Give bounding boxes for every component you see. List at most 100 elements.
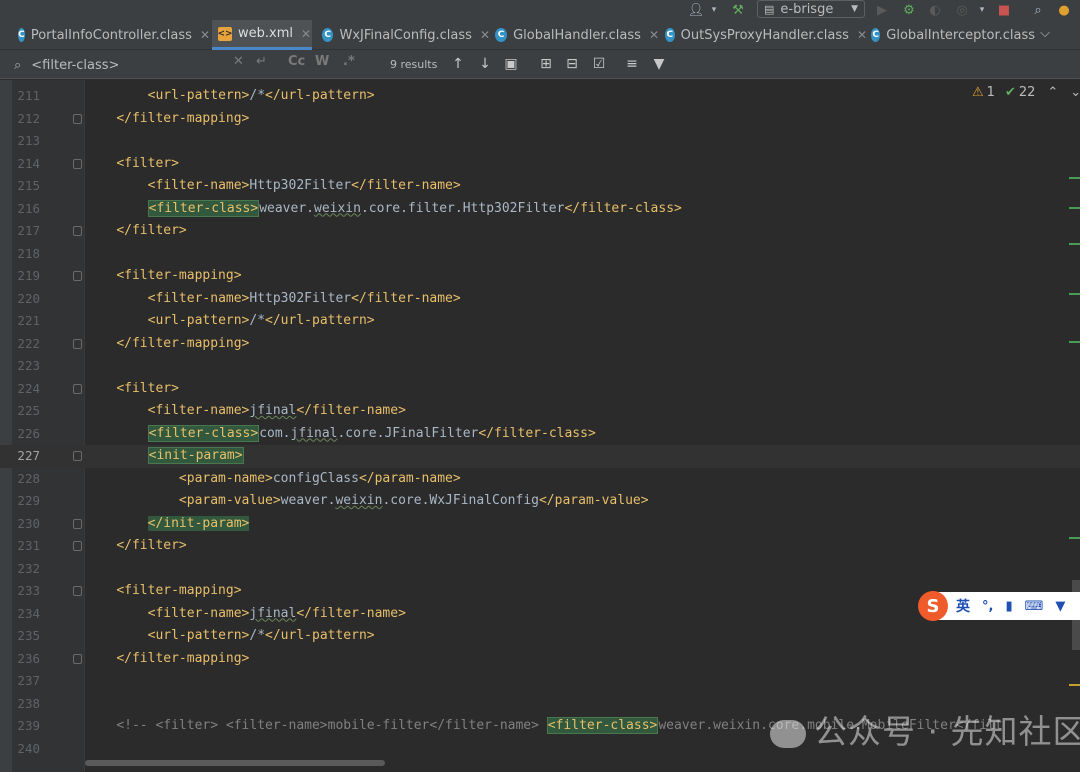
fold-marker-icon[interactable] xyxy=(73,451,82,461)
code-text[interactable]: <filter-class>com.jfinal.core.JFinalFilt… xyxy=(85,423,596,446)
ime-toolbar[interactable]: S 英 °, ▮ ⌨︎ ▼ xyxy=(918,591,1080,621)
line-number[interactable]: 233 xyxy=(12,580,40,603)
find-field[interactable]: ⌕ xyxy=(14,54,364,76)
open-in-window-icon[interactable]: ▣ xyxy=(502,55,520,73)
code-text[interactable]: <url-pattern>/*</url-pattern> xyxy=(85,310,375,333)
close-icon[interactable]: ✕ xyxy=(200,28,210,42)
add-selection-icon[interactable]: ⊞ xyxy=(537,55,555,73)
line-number[interactable]: 239 xyxy=(12,715,40,738)
next-occurrence-icon[interactable]: ↓ xyxy=(476,55,494,73)
punctuation-icon[interactable]: °, xyxy=(982,599,993,614)
fold-marker-icon[interactable] xyxy=(73,586,82,596)
line-number[interactable]: 224 xyxy=(12,378,40,401)
code-text[interactable]: <init-param> xyxy=(85,445,244,468)
code-line[interactable]: 214 <filter> xyxy=(0,153,1080,176)
whole-words-toggle[interactable]: W xyxy=(315,54,329,69)
line-number[interactable]: 211 xyxy=(12,85,40,108)
fold-marker-icon[interactable] xyxy=(73,383,82,394)
code-line[interactable]: 212 </filter-mapping> xyxy=(0,108,1080,131)
code-line[interactable]: 218 xyxy=(0,243,1080,266)
code-text[interactable]: <filter-mapping> xyxy=(85,580,241,603)
line-number[interactable]: 219 xyxy=(12,265,40,288)
previous-occurrence-icon[interactable]: ↑ xyxy=(449,55,467,73)
code-line[interactable]: 222 </filter-mapping> xyxy=(0,333,1080,356)
tab-portalinfocontroller[interactable]: C PortalInfoController.class ✕ xyxy=(0,20,210,50)
code-line[interactable]: 231 </filter> xyxy=(0,535,1080,558)
code-line[interactable]: 229 <param-value>weaver.weixin.core.WxJF… xyxy=(0,490,1080,513)
line-number[interactable]: 231 xyxy=(12,535,40,558)
chevron-down-icon[interactable]: ⌄ xyxy=(1070,85,1080,100)
fold-marker-icon[interactable] xyxy=(73,271,82,281)
match-case-toggle[interactable]: Cc xyxy=(288,54,305,69)
code-text[interactable]: <param-value>weaver.weixin.core.WxJFinal… xyxy=(85,490,649,513)
chevron-down-icon[interactable]: ⌵ xyxy=(1040,26,1050,41)
horizontal-scrollbar[interactable] xyxy=(85,760,385,766)
code-text[interactable]: <url-pattern>/*</url-pattern> xyxy=(85,625,375,648)
code-line[interactable]: 236 </filter-mapping> xyxy=(0,648,1080,671)
code-line[interactable]: 224 <filter> xyxy=(0,378,1080,401)
tab-wxjfinalconfig[interactable]: C WxJFinalConfig.class ✕ xyxy=(316,20,490,50)
regex-toggle[interactable]: .* xyxy=(343,54,355,69)
scrollbar-match-marker[interactable] xyxy=(1069,341,1080,343)
ime-mode[interactable]: 英 xyxy=(956,596,970,616)
line-number[interactable]: 237 xyxy=(12,670,40,693)
code-text[interactable]: <filter-name>jfinal</filter-name> xyxy=(85,400,406,423)
code-line[interactable]: 223 xyxy=(0,355,1080,378)
code-text[interactable]: <param-name>configClass</param-name> xyxy=(85,468,461,491)
line-number[interactable]: 216 xyxy=(12,198,40,221)
scrollbar-match-marker[interactable] xyxy=(1069,293,1080,295)
find-input[interactable] xyxy=(31,57,202,73)
line-number[interactable]: 240 xyxy=(12,738,40,761)
stop-icon[interactable]: ■ xyxy=(996,2,1012,18)
code-text[interactable]: </init-param> xyxy=(85,513,250,536)
search-icon[interactable]: ⌕ xyxy=(1030,2,1046,18)
coverage-icon[interactable]: ◐ xyxy=(927,2,943,18)
scrollbar-match-marker[interactable] xyxy=(1069,177,1080,179)
code-text[interactable]: <url-pattern>/*</url-pattern> xyxy=(85,85,375,108)
code-text[interactable]: <filter-class>weaver.weixin.core.filter.… xyxy=(85,198,682,221)
code-line[interactable]: 211 <url-pattern>/*</url-pattern> xyxy=(0,85,1080,108)
line-number[interactable]: 222 xyxy=(12,333,40,356)
code-text[interactable]: </filter-mapping> xyxy=(85,333,249,356)
code-line[interactable]: 217 </filter> xyxy=(0,220,1080,243)
run-configuration-select[interactable]: ▤ e-brisge ▼ xyxy=(757,0,865,18)
line-number[interactable]: 217 xyxy=(12,220,40,243)
line-number[interactable]: 220 xyxy=(12,288,40,311)
close-icon[interactable]: ✕ xyxy=(301,27,311,41)
code-line[interactable]: 235 <url-pattern>/*</url-pattern> xyxy=(0,625,1080,648)
fold-marker-icon[interactable] xyxy=(73,653,82,664)
scrollbar-match-marker[interactable] xyxy=(1069,207,1080,209)
line-number[interactable]: 212 xyxy=(12,108,40,131)
code-line[interactable]: 219 <filter-mapping> xyxy=(0,265,1080,288)
filter-lines-icon[interactable]: ≡ xyxy=(623,55,641,73)
code-line[interactable]: 221 <url-pattern>/*</url-pattern> xyxy=(0,310,1080,333)
microphone-icon[interactable]: ▮ xyxy=(1005,599,1012,614)
update-icon[interactable]: ● xyxy=(1056,2,1072,18)
line-number[interactable]: 235 xyxy=(12,625,40,648)
fold-marker-icon[interactable] xyxy=(73,338,82,349)
code-text[interactable]: <filter-name>jfinal</filter-name> xyxy=(85,603,406,626)
new-line-icon[interactable]: ↵ xyxy=(256,54,267,69)
code-line[interactable]: 227 <init-param> xyxy=(0,445,1080,468)
clear-icon[interactable]: ✕ xyxy=(233,54,244,69)
code-line[interactable]: 228 <param-name>configClass</param-name> xyxy=(0,468,1080,491)
line-number[interactable]: 218 xyxy=(12,243,40,266)
line-number[interactable]: 236 xyxy=(12,648,40,671)
user-icon[interactable]: 👤︎ xyxy=(688,2,705,18)
code-text[interactable]: </filter-mapping> xyxy=(85,648,249,671)
scrollbar-match-marker[interactable] xyxy=(1069,537,1080,539)
code-line[interactable]: 232 xyxy=(0,558,1080,581)
code-line[interactable]: 216 <filter-class>weaver.weixin.core.fil… xyxy=(0,198,1080,221)
fold-marker-icon[interactable] xyxy=(73,158,82,169)
code-line[interactable]: 220 <filter-name>Http302Filter</filter-n… xyxy=(0,288,1080,311)
code-text[interactable]: <filter> xyxy=(85,378,179,401)
tab-web-xml[interactable]: <> web.xml ✕ xyxy=(212,20,312,50)
code-line[interactable]: 233 <filter-mapping> xyxy=(0,580,1080,603)
code-line[interactable]: 215 <filter-name>Http302Filter</filter-n… xyxy=(0,175,1080,198)
line-number[interactable]: 234 xyxy=(12,603,40,626)
debug-icon[interactable]: ⚙︎ xyxy=(901,2,917,18)
line-number[interactable]: 227 xyxy=(12,445,40,468)
line-number[interactable]: 214 xyxy=(12,153,40,176)
chevron-up-icon[interactable]: ⌃ xyxy=(1047,85,1058,100)
line-number[interactable]: 226 xyxy=(12,423,40,446)
